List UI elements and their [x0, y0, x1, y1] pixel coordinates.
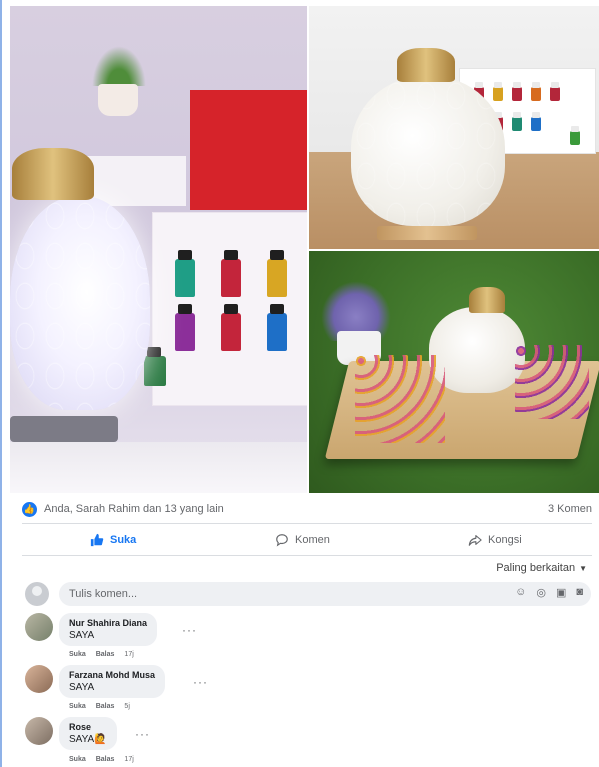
avatar[interactable]: [25, 613, 53, 641]
comment-item: Nur Shahira Diana SAYA ··· Suka Balas 17…: [25, 613, 585, 661]
more-options-icon[interactable]: ···: [135, 727, 150, 741]
comment-author[interactable]: Nur Shahira Diana: [69, 618, 147, 628]
left-border: [0, 0, 2, 767]
comment-author[interactable]: Farzana Mohd Musa: [69, 670, 155, 680]
oil-bottles-right: [515, 345, 589, 419]
comment-input[interactable]: Tulis komen... ☺ ◎ ▣ ◙: [59, 582, 591, 606]
comment-bubble: Nur Shahira Diana SAYA: [59, 613, 158, 646]
comment-text: SAYA: [69, 682, 95, 693]
comment-reply-link[interactable]: Balas: [96, 703, 115, 710]
comment-composer: Tulis komen... ☺ ◎ ▣ ◙: [25, 582, 591, 606]
comment-label: Komen: [295, 534, 330, 546]
more-options-icon[interactable]: ···: [193, 675, 208, 689]
oil-bottles-left: [355, 355, 445, 443]
comment-time: 5j: [124, 703, 130, 710]
diffuser-wood-base: [377, 226, 477, 240]
avatar: [25, 582, 49, 606]
gif-icon[interactable]: ▣: [556, 586, 566, 599]
diffuser-cap: [12, 148, 94, 200]
comment-text: SAYA: [69, 630, 95, 641]
comment-text: SAYA🙋: [69, 734, 107, 745]
diffuser-cap: [397, 48, 455, 82]
divider-bottom: [22, 555, 592, 556]
comment-item: Rose SAYA🙋 ··· Suka Balas 17j: [25, 717, 585, 765]
comment-reply-link[interactable]: Balas: [96, 756, 115, 763]
table-surface: [10, 442, 307, 493]
divider-top: [22, 523, 592, 524]
post-actions: Suka Komen Kongsi: [22, 528, 592, 552]
sort-label: Paling berkaitan: [496, 562, 576, 574]
emoji-icon[interactable]: ☺: [515, 586, 526, 599]
comment-like-link[interactable]: Suka: [69, 703, 86, 710]
diffuser-base: [10, 416, 118, 442]
comment-button[interactable]: Komen: [275, 528, 599, 552]
avatar[interactable]: [25, 665, 53, 693]
camera-icon[interactable]: ◎: [536, 586, 546, 599]
diffuser-cap: [469, 287, 505, 313]
comment-meta: Suka Balas 17j: [69, 756, 134, 763]
comment-meta: Suka Balas 17j: [69, 651, 134, 658]
diffuser-lit: [10, 196, 150, 410]
comment-bubble: Rose SAYA🙋: [59, 717, 117, 750]
avatar[interactable]: [25, 717, 53, 745]
plant: [84, 46, 154, 116]
composer-tools: ☺ ◎ ▣ ◙: [515, 586, 583, 599]
reactions-summary[interactable]: Anda, Sarah Rahim dan 13 yang lain: [44, 503, 224, 515]
share-arrow-icon: [468, 535, 482, 546]
post-photo-grid: [10, 6, 599, 493]
like-label: Suka: [110, 534, 137, 546]
red-box: [190, 90, 307, 210]
comment-like-link[interactable]: Suka: [69, 651, 86, 658]
comment-time: 17j: [124, 756, 134, 763]
caret-down-icon: ▼: [579, 563, 587, 573]
like-button[interactable]: Suka: [90, 528, 136, 552]
sticker-icon[interactable]: ◙: [576, 586, 583, 599]
oil-display-card: [152, 212, 307, 406]
share-label: Kongsi: [488, 534, 522, 546]
photo-oil-tray[interactable]: [309, 251, 599, 493]
comment-reply-link[interactable]: Balas: [96, 651, 115, 658]
comment-author[interactable]: Rose: [69, 722, 107, 732]
comment-count[interactable]: 3 Komen: [548, 503, 592, 515]
comment-meta: Suka Balas 5j: [69, 703, 130, 710]
thumbs-up-reaction-icon: 👍: [22, 502, 37, 517]
more-options-icon[interactable]: ···: [182, 623, 197, 637]
diffuser-white: [351, 76, 505, 226]
comment-bubble: Farzana Mohd Musa SAYA: [59, 665, 166, 698]
reactions-row: 👍 Anda, Sarah Rahim dan 13 yang lain 3 K…: [22, 501, 592, 519]
comment-sort-dropdown[interactable]: Paling berkaitan ▼: [496, 562, 587, 574]
photo-diffuser-lit[interactable]: [10, 6, 307, 493]
comment-like-link[interactable]: Suka: [69, 756, 86, 763]
comment-item: Farzana Mohd Musa SAYA ··· Suka Balas 5j: [25, 665, 585, 713]
small-bottle: [144, 347, 166, 386]
speech-bubble-icon: [276, 534, 288, 547]
photo-diffuser-white[interactable]: [309, 6, 599, 249]
thumbs-up-icon: [90, 533, 104, 547]
comment-placeholder: Tulis komen...: [69, 588, 138, 600]
comment-time: 17j: [124, 651, 134, 658]
share-button[interactable]: Kongsi: [468, 528, 522, 552]
